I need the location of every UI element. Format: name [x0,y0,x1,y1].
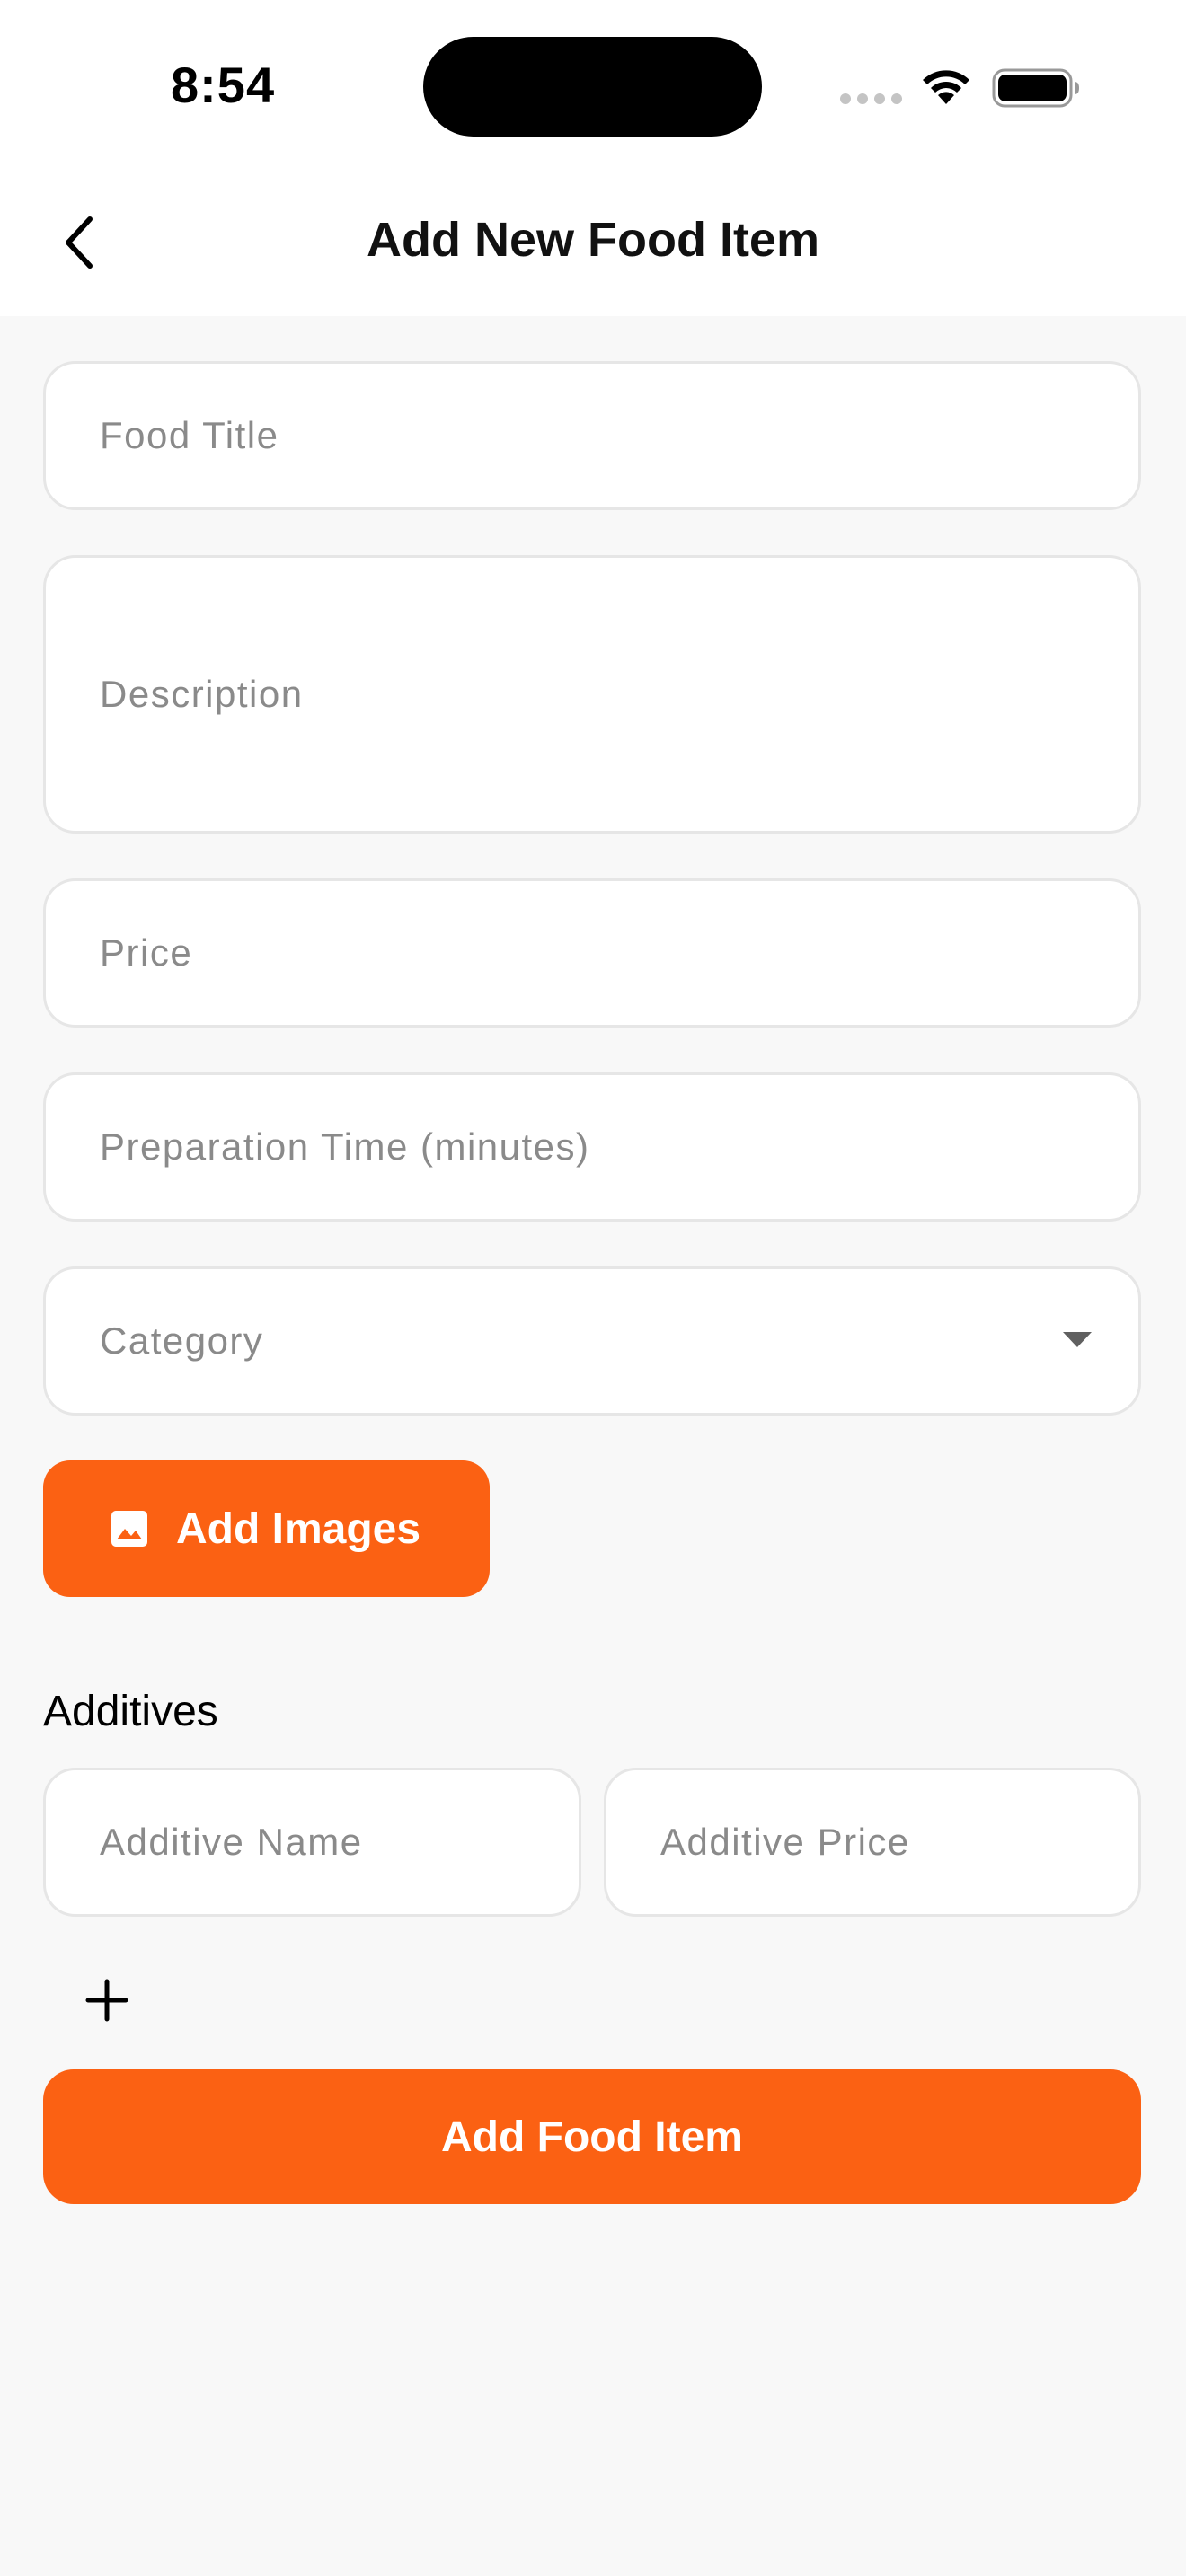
food-title-placeholder: Food Title [100,414,279,456]
dynamic-island [423,37,762,137]
plus-icon [85,1979,128,2022]
dropdown-arrow-icon [1063,1332,1092,1347]
description-placeholder: Description [100,673,304,715]
add-food-item-button[interactable]: Add Food Item [43,2069,1141,2204]
image-icon [111,1511,147,1547]
nav-bar: Add New Food Item [0,171,1186,316]
add-images-button[interactable]: Add Images [43,1460,490,1597]
status-time: 8:54 [171,57,276,113]
additive-price-input[interactable]: Additive Price [604,1768,1141,1917]
cellular-signal-icon [840,93,902,104]
add-food-item-label: Add Food Item [441,2113,743,2161]
category-placeholder: Category [100,1319,264,1362]
additive-name-input[interactable]: Additive Name [43,1768,581,1917]
status-bar: 8:54 [0,0,1186,171]
food-title-input[interactable]: Food Title [43,361,1141,510]
add-additive-button[interactable] [77,1971,137,2030]
additive-price-placeholder: Additive Price [660,1821,910,1863]
category-select[interactable]: Category [43,1266,1141,1416]
additive-name-placeholder: Additive Name [100,1821,363,1863]
additives-heading: Additives [43,1688,218,1735]
page-title: Add New Food Item [367,213,819,267]
preparation-time-input[interactable]: Preparation Time (minutes) [43,1072,1141,1222]
preparation-time-placeholder: Preparation Time (minutes) [100,1125,590,1168]
wifi-icon [923,70,969,104]
add-images-label: Add Images [176,1504,421,1553]
price-input[interactable]: Price [43,878,1141,1028]
battery-icon [992,68,1079,108]
price-placeholder: Price [100,931,193,974]
description-input[interactable]: Description [43,555,1141,834]
